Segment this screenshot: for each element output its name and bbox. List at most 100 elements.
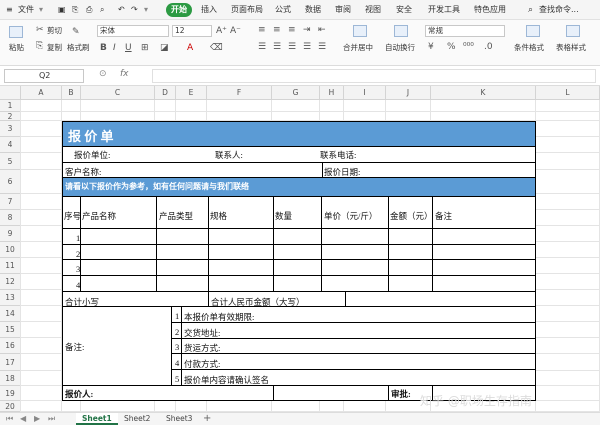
column-header[interactable]: D [155, 86, 176, 100]
wrap-text-button[interactable]: 自动换行 [385, 42, 415, 53]
row-header[interactable]: 1 [0, 100, 21, 112]
sheet-tab-2[interactable]: Sheet2 [118, 413, 156, 425]
wrap-text-icon[interactable] [394, 25, 408, 37]
align-left-icon[interactable]: ☰ [258, 41, 266, 53]
fill-color-icon[interactable]: ◪ [160, 42, 169, 54]
sheet-tab-1[interactable]: Sheet1 [76, 413, 118, 425]
paste-icon[interactable] [9, 26, 23, 38]
row-header[interactable]: 11 [0, 258, 21, 274]
table-style-button[interactable]: 表格样式 [556, 42, 586, 53]
copy-icon[interactable]: ⎘ [36, 40, 43, 52]
row-header[interactable]: 15 [0, 322, 21, 338]
column-header[interactable]: A [21, 86, 62, 100]
bold-icon[interactable]: B [100, 42, 107, 54]
tab-formula[interactable]: 公式 [275, 3, 291, 17]
row-header[interactable]: 7 [0, 194, 21, 210]
merge-center-button[interactable]: 合并居中 [343, 42, 373, 53]
sheet-tab-3[interactable]: Sheet3 [160, 413, 198, 425]
row-header[interactable]: 10 [0, 242, 21, 258]
justify-icon[interactable]: ☰ [303, 41, 311, 53]
column-header[interactable]: B [62, 86, 81, 100]
border-icon[interactable]: ⊞ [141, 42, 149, 54]
column-header[interactable]: H [320, 86, 344, 100]
number-format-select[interactable]: 常规 [425, 25, 505, 37]
save-icon[interactable]: ▣ [58, 3, 66, 17]
file-menu[interactable]: 文件 [18, 3, 34, 17]
font-size-select[interactable]: 12 [172, 25, 212, 37]
nav-first-icon[interactable]: ⏮ [6, 413, 13, 425]
column-header[interactable]: E [176, 86, 207, 100]
add-sheet-icon[interactable]: + [203, 413, 211, 425]
cut-button[interactable]: 剪切 [47, 25, 62, 36]
magnify-icon[interactable]: ⊙ [99, 69, 107, 79]
column-header[interactable]: I [344, 86, 386, 100]
command-search[interactable]: 查找命令... [539, 3, 579, 17]
tab-start[interactable]: 开始 [166, 3, 192, 17]
column-header[interactable]: K [431, 86, 536, 100]
nav-last-icon[interactable]: ⏭ [48, 413, 55, 425]
decimal-icon[interactable]: .0 [484, 41, 493, 53]
row-header[interactable]: 14 [0, 306, 21, 322]
print-icon[interactable]: ⎙ [86, 3, 92, 17]
align-right-icon[interactable]: ☰ [288, 41, 296, 53]
column-header[interactable]: J [386, 86, 431, 100]
row-header[interactable]: 9 [0, 226, 21, 242]
tab-developer[interactable]: 开发工具 [428, 3, 460, 17]
align-middle-icon[interactable]: ≡ [273, 24, 281, 36]
row-header[interactable]: 16 [0, 338, 21, 354]
align-center-icon[interactable]: ☰ [273, 41, 281, 53]
italic-icon[interactable]: I [113, 42, 116, 54]
row-header[interactable]: 3 [0, 121, 21, 137]
currency-icon[interactable]: ¥ [428, 41, 434, 53]
undo-icon[interactable]: ↶ [118, 3, 125, 17]
table-style-icon[interactable] [566, 25, 580, 37]
row-header[interactable]: 6 [0, 170, 21, 194]
export-icon[interactable]: ⎘ [72, 3, 78, 17]
row-header[interactable]: 17 [0, 354, 21, 371]
column-header[interactable]: L [536, 86, 600, 100]
distribute-icon[interactable]: ☰ [318, 41, 326, 53]
conditional-format-icon[interactable] [526, 25, 540, 37]
row-header[interactable]: 13 [0, 290, 21, 306]
tab-page-layout[interactable]: 页面布局 [231, 3, 263, 17]
row-header[interactable]: 18 [0, 371, 21, 386]
select-all-corner[interactable] [0, 86, 21, 100]
clear-icon[interactable]: ⌫ [210, 42, 223, 54]
formula-input[interactable] [152, 69, 596, 83]
underline-icon[interactable]: U [125, 42, 132, 54]
menu-icon[interactable]: ≡ [6, 3, 13, 17]
row-header[interactable]: 8 [0, 210, 21, 226]
tab-insert[interactable]: 插入 [201, 3, 217, 17]
format-painter-icon[interactable]: ✎ [72, 26, 80, 38]
indent-icon[interactable]: ⇥ [303, 24, 311, 36]
font-shrink-icon[interactable]: A⁻ [230, 25, 241, 37]
nav-next-icon[interactable]: ▶ [34, 413, 40, 425]
row-header[interactable]: 2 [0, 112, 21, 121]
format-painter-button[interactable]: 格式刷 [67, 42, 90, 53]
tab-special[interactable]: 特色应用 [474, 3, 506, 17]
tab-view[interactable]: 视图 [365, 3, 381, 17]
row-header[interactable]: 5 [0, 153, 21, 170]
font-name-select[interactable]: 宋体 [97, 25, 169, 37]
scissors-icon[interactable]: ✂ [36, 24, 44, 36]
paste-button[interactable]: 粘贴 [9, 42, 24, 53]
nav-prev-icon[interactable]: ◀ [20, 413, 26, 425]
row-header[interactable]: 20 [0, 401, 21, 412]
tab-security[interactable]: 安全 [396, 3, 412, 17]
tab-data[interactable]: 数据 [305, 3, 321, 17]
tab-review[interactable]: 审阅 [335, 3, 351, 17]
conditional-format-button[interactable]: 条件格式 [514, 42, 544, 53]
function-icon[interactable]: fx [120, 69, 129, 79]
align-top-icon[interactable]: ≡ [258, 24, 266, 36]
font-color-icon[interactable]: A [187, 42, 193, 54]
column-header[interactable]: C [81, 86, 155, 100]
chevron-down-icon[interactable]: ▾ [39, 3, 43, 17]
spreadsheet-grid[interactable]: ABCDEFGHIJKL 1 2 3 4 5 6 7 8 9 10 11 12 13 14 15 16 17 18… [0, 86, 600, 412]
row-header[interactable]: 4 [0, 137, 21, 153]
name-box[interactable]: Q2 [4, 69, 84, 83]
preview-icon[interactable]: ⌕ [100, 3, 104, 17]
copy-button[interactable]: 复制 [47, 42, 62, 53]
thousands-icon[interactable]: ⁰⁰⁰ [463, 41, 474, 53]
align-bottom-icon[interactable]: ≡ [288, 24, 296, 36]
font-grow-icon[interactable]: A⁺ [216, 25, 227, 37]
